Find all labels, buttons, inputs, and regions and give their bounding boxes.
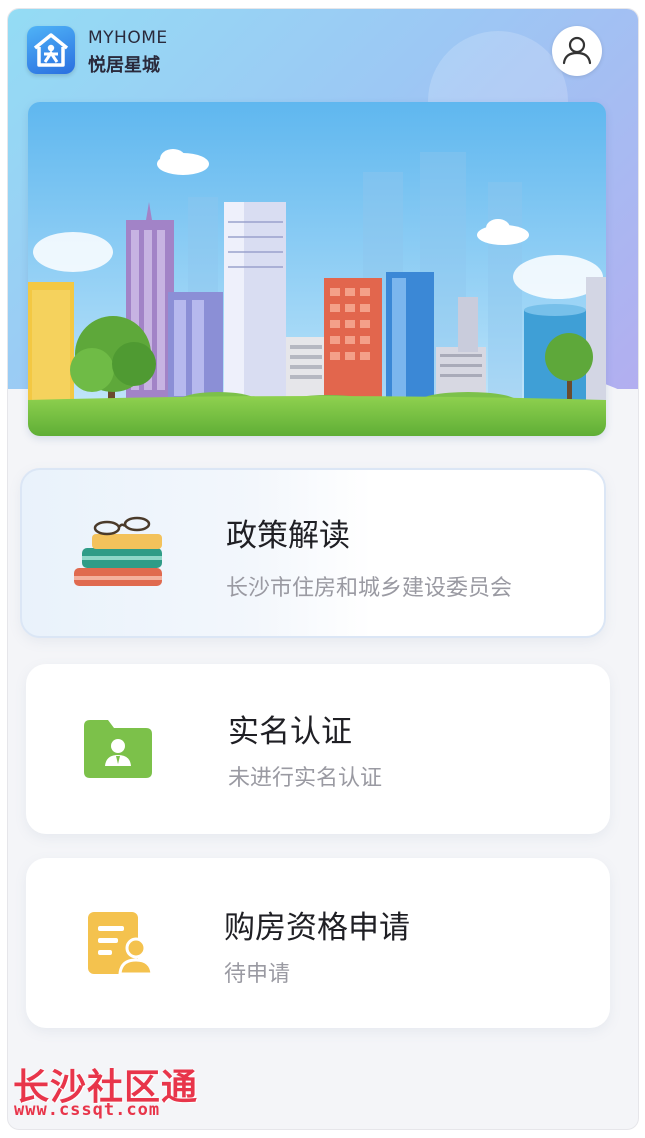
- card-title: 实名认证: [228, 714, 352, 750]
- watermark-url: www.cssqt.com: [14, 1100, 161, 1120]
- card-title: 政策解读: [226, 518, 350, 554]
- card-subtitle: 待申请: [224, 962, 291, 987]
- card-title: 购房资格申请: [224, 910, 410, 946]
- city-skyline-illustration: [28, 102, 606, 436]
- policy-card[interactable]: 政策解读 长沙市住房和城乡建设委员会: [20, 468, 606, 638]
- id-folder-icon: [84, 720, 152, 778]
- books-glasses-icon: [74, 516, 162, 586]
- purchase-qualification-card[interactable]: 购房资格申请 待申请: [26, 858, 610, 1028]
- card-subtitle: 未进行实名认证: [228, 766, 383, 791]
- city-banner[interactable]: [28, 102, 606, 436]
- profile-button[interactable]: [552, 26, 602, 76]
- app-logo: [27, 26, 75, 74]
- brand-name-chinese: 悦居星城: [88, 55, 160, 76]
- user-icon: [562, 36, 592, 65]
- card-subtitle: 长沙市住房和城乡建设委员会: [226, 576, 513, 601]
- application-document-icon: [88, 912, 154, 976]
- house-family-icon: [33, 33, 69, 67]
- brand-name-english: MYHOME: [88, 28, 168, 48]
- realname-auth-card[interactable]: 实名认证 未进行实名认证: [26, 664, 610, 834]
